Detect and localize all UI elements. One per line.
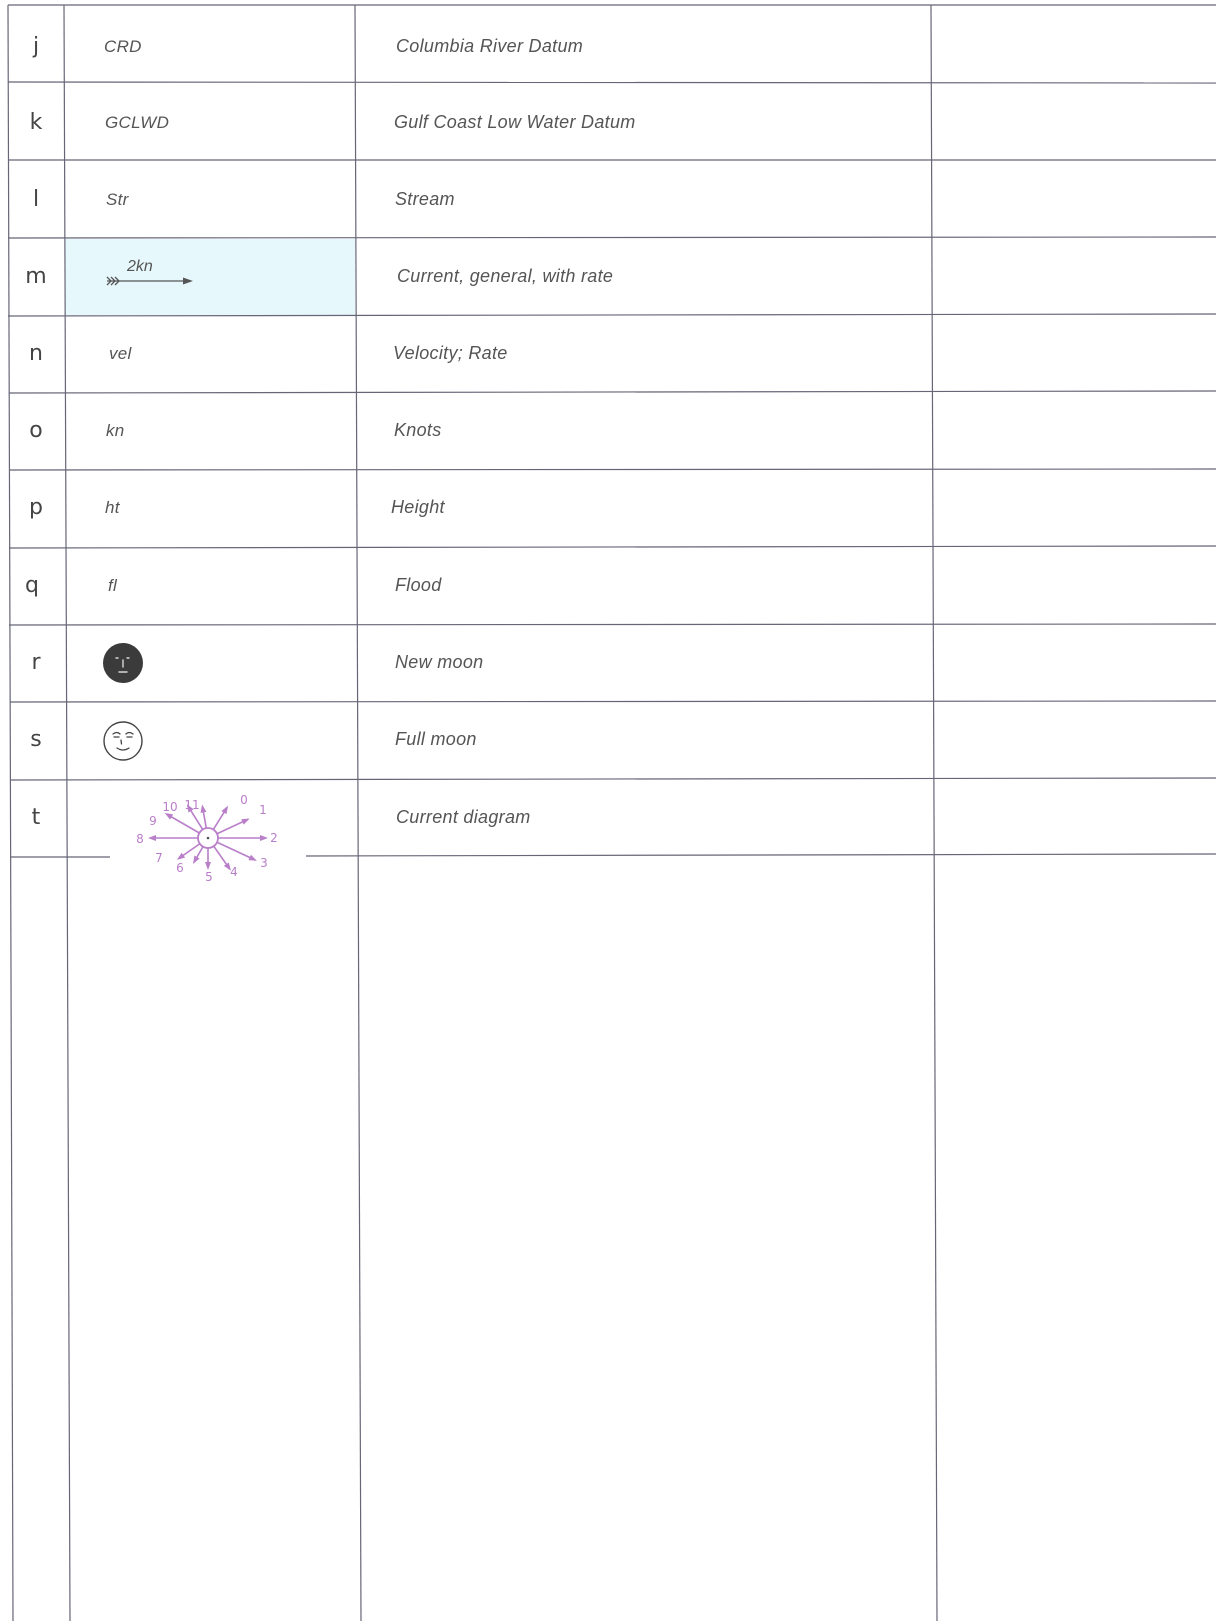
diagram-label: 1	[259, 803, 267, 817]
diagram-arrow	[216, 841, 256, 861]
row-symbol: GCLWD	[105, 112, 170, 132]
table-row: l Str Stream	[8, 161, 1216, 238]
diagram-arrowhead	[248, 854, 257, 861]
diagram-label: 10	[162, 800, 177, 814]
row-symbol: Str	[106, 189, 129, 209]
table-row: q fl Flood	[8, 547, 1216, 624]
current-diagram-icon: 0123 4 5 6789 10 11	[136, 793, 278, 884]
row-letter: s	[30, 727, 42, 752]
diagram-arrowhead	[205, 862, 211, 870]
row-letter: j	[32, 34, 40, 59]
diagram-label: 11	[184, 798, 199, 812]
diagram-arrowhead	[200, 804, 207, 813]
row-letter: k	[29, 110, 43, 135]
diagram-label: 0	[240, 793, 248, 807]
row-description: Gulf Coast Low Water Datum	[394, 112, 636, 132]
row-symbol: CRD	[104, 36, 142, 56]
diagram-arrowhead	[260, 835, 268, 841]
table-row: k GCLWD Gulf Coast Low Water Datum	[8, 84, 1216, 161]
diagram-arrowhead	[241, 818, 250, 825]
diagram-arrowhead	[221, 805, 229, 815]
table-row: r New moon	[8, 624, 1216, 701]
row-description: Flood	[395, 575, 442, 595]
row-letter: o	[29, 418, 43, 443]
row-letter: l	[32, 187, 40, 212]
diagram-label: 3	[260, 856, 268, 870]
row-letter: q	[25, 573, 39, 598]
row-description: Stream	[395, 189, 455, 209]
diagram-label: 7	[155, 851, 163, 865]
row-symbol: ht	[105, 497, 120, 517]
row-description: Current, general, with rate	[397, 266, 614, 286]
table-row: p ht Height	[8, 469, 1216, 546]
row-description: Current diagram	[396, 807, 531, 827]
new-moon-icon	[103, 643, 143, 683]
row-letter: m	[25, 264, 47, 289]
diagram-arrowhead	[193, 855, 200, 864]
row-symbol: fl	[108, 575, 118, 595]
row-symbol: kn	[106, 420, 125, 440]
current-arrow-icon: 2kn	[105, 255, 195, 295]
diagram-label: 6	[176, 861, 184, 875]
symbol-table: j CRD Columbia River Datum k GCLWD Gulf …	[0, 0, 1216, 1621]
row-letter: t	[31, 805, 41, 830]
table-row: o kn Knots	[8, 392, 1216, 469]
diagram-arrowhead	[176, 852, 186, 860]
row-description: Knots	[394, 420, 442, 440]
full-moon-icon	[103, 721, 143, 761]
diagram-arrowhead	[148, 835, 156, 841]
row-letter: p	[29, 495, 43, 520]
row-description: Full moon	[395, 729, 477, 749]
table-row: s Full moon	[8, 701, 1216, 778]
diagram-label: 4	[230, 865, 238, 879]
diagram-center-dot	[206, 836, 210, 840]
row-description: Height	[391, 497, 445, 517]
table-row: n vel Velocity; Rate	[8, 315, 1216, 392]
row-letter: r	[31, 650, 41, 675]
row-description: Velocity; Rate	[393, 343, 508, 363]
diagram-label: 9	[149, 814, 157, 828]
row-description: New moon	[395, 652, 484, 672]
diagram-label: 8	[136, 832, 144, 846]
row-symbol: vel	[109, 343, 132, 363]
row-letter: n	[29, 341, 43, 366]
table-row: j CRD Columbia River Datum	[8, 8, 1216, 85]
diagram-label: 2	[270, 831, 278, 845]
diagram-label: 5	[205, 870, 213, 884]
row-description: Columbia River Datum	[396, 36, 584, 56]
